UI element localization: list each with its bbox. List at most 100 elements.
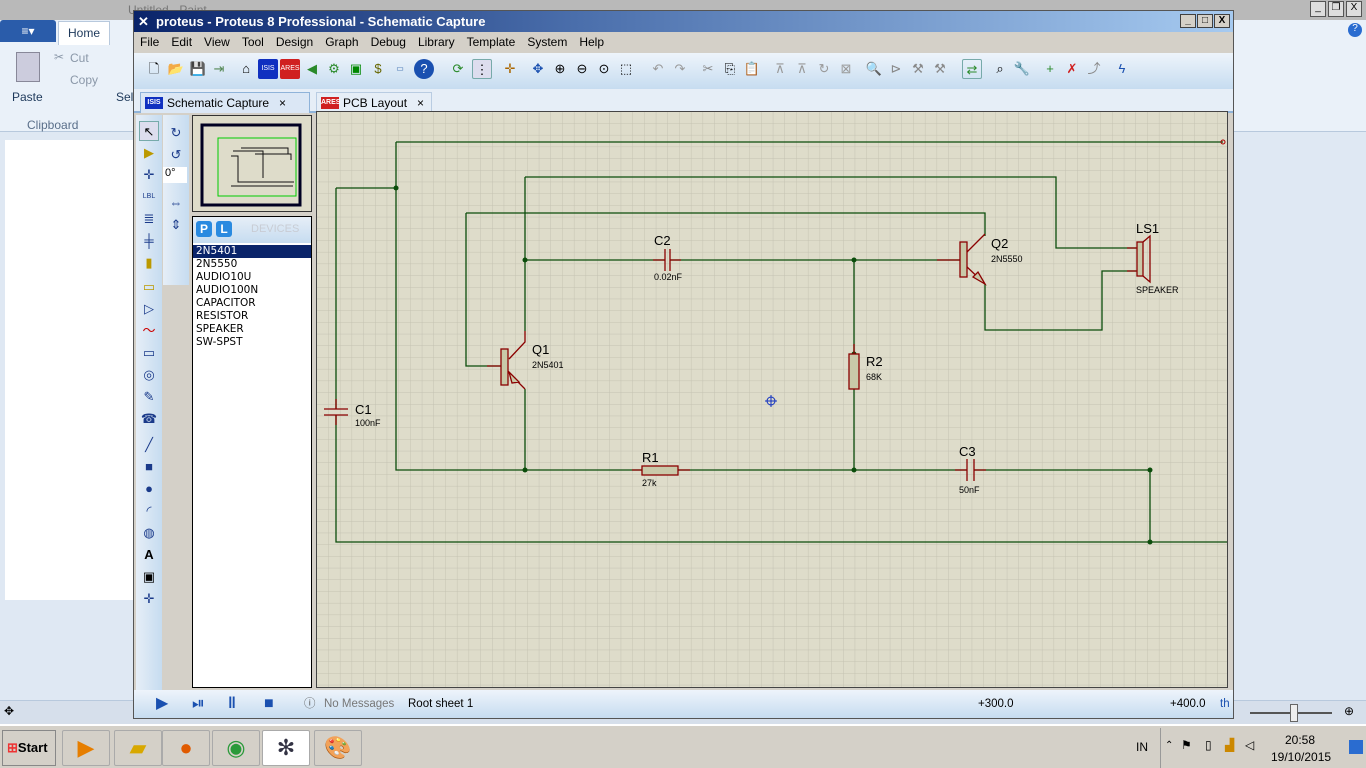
save-icon[interactable]: 💾 (188, 59, 208, 79)
close-project-icon[interactable]: ⇥ (209, 59, 229, 79)
copy-icon[interactable]: ⎘ (720, 59, 740, 79)
paint-minimize-button[interactable]: _ (1310, 1, 1326, 17)
open-icon[interactable]: 📂 (166, 59, 186, 79)
paste-icon[interactable]: 📋 (742, 59, 762, 79)
home-icon[interactable]: ⌂ (236, 59, 256, 79)
virtual-instruments-icon[interactable]: ☎ (139, 409, 159, 429)
make-device-icon[interactable]: ⊳ (886, 59, 906, 79)
block-delete-icon[interactable]: ⊠ (836, 59, 856, 79)
device-list-item[interactable]: SPEAKER (193, 323, 311, 336)
symbol-icon[interactable]: ▣ (139, 567, 159, 587)
menu-graph[interactable]: Graph (319, 32, 364, 52)
file-explorer-icon[interactable]: ▰ (114, 730, 162, 766)
design-explorer-icon[interactable]: ▭ (390, 59, 410, 79)
paint-restore-button[interactable]: ❐ (1328, 1, 1344, 17)
paste-button[interactable]: Paste (12, 90, 43, 104)
step-button[interactable]: ⏯ (192, 690, 205, 718)
close-tab-icon[interactable]: × (279, 96, 286, 110)
packaging-tool-icon[interactable]: ⚒ (908, 59, 928, 79)
tape-recorder-icon[interactable]: ▭ (139, 343, 159, 363)
play-button[interactable]: ▶ (156, 690, 168, 718)
firefox-icon[interactable]: ● (162, 730, 210, 766)
device-list-item[interactable]: RESISTOR (193, 310, 311, 323)
grid-toggle-icon[interactable]: ⋮ (472, 59, 492, 79)
zoom-in-icon[interactable]: ⊕ (550, 59, 570, 79)
gerber-icon[interactable]: ⚙ (324, 59, 344, 79)
box-icon[interactable]: ■ (139, 457, 159, 477)
zoom-slider-thumb[interactable] (1290, 704, 1298, 722)
battery-icon[interactable]: ▯ (1205, 738, 1212, 752)
selection-mode-icon[interactable]: ↖ (139, 121, 159, 141)
language-indicator[interactable]: IN (1136, 740, 1148, 754)
pick-devices-button[interactable]: P (196, 221, 212, 237)
device-list-item[interactable]: CAPACITOR (193, 297, 311, 310)
bus-icon[interactable]: ╪ (139, 231, 159, 251)
bom-icon[interactable]: ▣ (346, 59, 366, 79)
menu-tool[interactable]: Tool (236, 32, 270, 52)
origin-icon[interactable]: ✛ (500, 59, 520, 79)
show-hidden-icons-icon[interactable]: ⌃ (1165, 740, 1173, 751)
pan-icon[interactable]: ✥ (528, 59, 548, 79)
flag-icon[interactable]: ⚑ (1181, 738, 1192, 752)
menu-library[interactable]: Library (412, 32, 461, 52)
tab-schematic-capture[interactable]: ISIS Schematic Capture × (140, 92, 310, 113)
text-script-icon[interactable]: ≣ (139, 209, 159, 229)
library-manager-button[interactable]: L (216, 221, 232, 237)
subcircuit-icon[interactable]: ▮ (139, 253, 159, 273)
cut-button[interactable]: Cut (70, 51, 89, 65)
rotate-clockwise-icon[interactable]: ↻ (166, 123, 186, 143)
zoom-all-icon[interactable]: ⊙ (594, 59, 614, 79)
generator-icon[interactable]: ◎ (139, 365, 159, 385)
device-list-item[interactable]: AUDIO10U (193, 271, 311, 284)
path-icon[interactable]: ◍ (139, 523, 159, 543)
menu-edit[interactable]: Edit (165, 32, 198, 52)
paint-close-button[interactable]: X (1346, 1, 1362, 17)
volume-icon[interactable]: ◁ (1245, 738, 1254, 752)
mirror-horizontal-icon[interactable]: ⇔ (166, 193, 186, 213)
circle-icon[interactable]: ● (139, 479, 159, 499)
copy-button[interactable]: Copy (70, 73, 98, 87)
undo-icon[interactable]: ↶ (648, 59, 668, 79)
device-list-item[interactable]: AUDIO100N (193, 284, 311, 297)
junction-dot-icon[interactable]: ✛ (139, 165, 159, 185)
wire-autorouter-icon[interactable]: ⇄ (962, 59, 982, 79)
menu-file[interactable]: File (134, 32, 165, 52)
line-icon[interactable]: ╱ (139, 435, 159, 455)
decompose-icon[interactable]: ⚒ (930, 59, 950, 79)
clock-date[interactable]: 19/10/2015 (1271, 750, 1331, 764)
pick-device-icon[interactable]: 🔍 (864, 59, 884, 79)
property-tool-icon[interactable]: 🔧 (1012, 59, 1032, 79)
mirror-vertical-icon[interactable]: ⇕ (166, 215, 186, 235)
message-status[interactable]: No Messages (324, 690, 394, 718)
pause-button[interactable]: ‖ (228, 690, 236, 718)
minimize-button[interactable]: _ (1180, 14, 1196, 28)
schematic-canvas[interactable]: C1 100nF C2 0.02nF C3 50nF R1 27k R2 68K Q1 2N5401 Q… (316, 111, 1228, 688)
wire-label-icon[interactable]: LBL (139, 187, 159, 207)
network-icon[interactable]: ▟ (1225, 738, 1234, 752)
menu-help[interactable]: Help (573, 32, 610, 52)
remove-sheet-icon[interactable]: ✗ (1062, 59, 1082, 79)
close-button[interactable]: X (1214, 14, 1230, 28)
graph-icon[interactable]: 〜 (139, 321, 159, 341)
chrome-icon[interactable]: ◉ (212, 730, 260, 766)
paint-taskbar-icon[interactable]: 🎨 (314, 730, 362, 766)
block-copy-icon[interactable]: ⊼ (770, 59, 790, 79)
menu-design[interactable]: Design (270, 32, 319, 52)
help-icon[interactable]: ? (414, 59, 434, 79)
device-pins-icon[interactable]: ▷ (139, 299, 159, 319)
ares-icon[interactable]: ARES (280, 59, 300, 79)
device-list-item[interactable]: 2N5550 (193, 258, 311, 271)
show-desktop-icon[interactable] (1349, 740, 1363, 754)
refresh-icon[interactable]: ⟳ (448, 59, 468, 79)
clock-time[interactable]: 20:58 (1285, 733, 1315, 747)
redo-icon[interactable]: ↷ (670, 59, 690, 79)
new-sheet-icon[interactable]: + (1040, 59, 1060, 79)
menu-system[interactable]: System (521, 32, 573, 52)
new-icon[interactable]: 🗋 (144, 59, 164, 79)
cut-icon[interactable]: ✂ (698, 59, 718, 79)
3d-viewer-icon[interactable]: ◀ (302, 59, 322, 79)
text-icon[interactable]: A (139, 545, 159, 565)
proteus-taskbar-icon[interactable]: ✻ (262, 730, 310, 766)
help-icon[interactable]: ? (1348, 23, 1362, 37)
zoom-out-icon[interactable]: ⊖ (572, 59, 592, 79)
